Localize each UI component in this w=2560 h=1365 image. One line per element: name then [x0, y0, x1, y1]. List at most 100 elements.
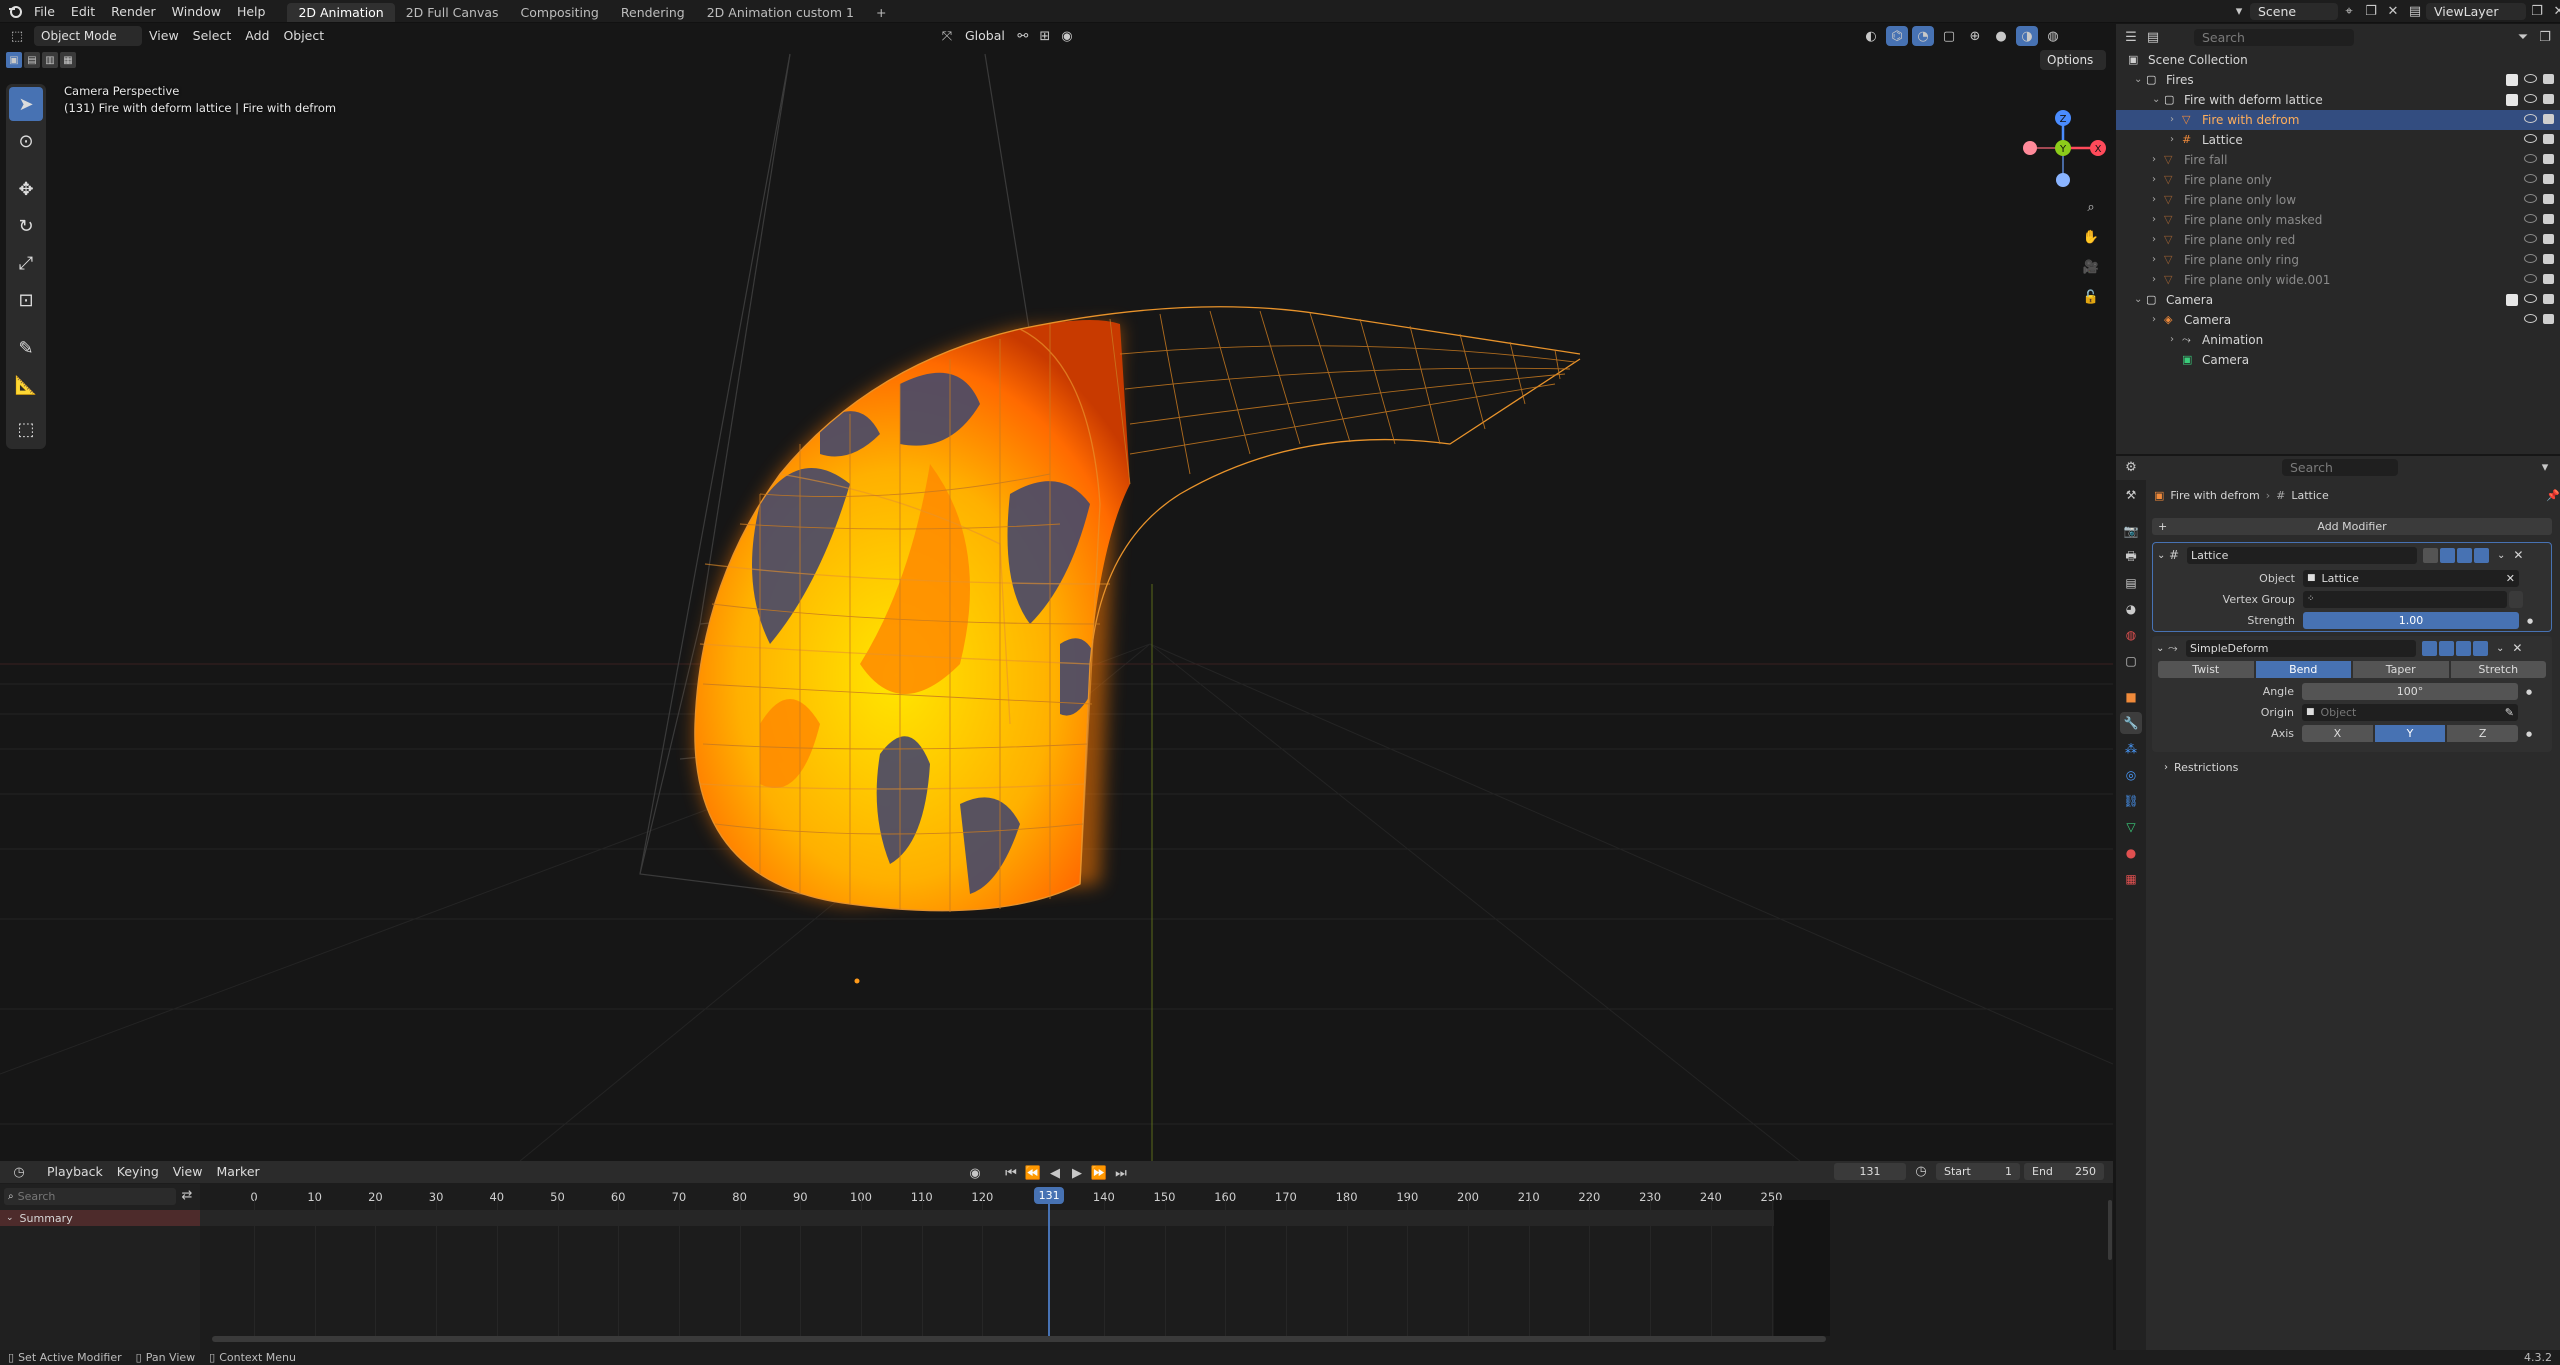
particles-tab-icon[interactable]: ⁂: [2120, 738, 2142, 760]
outliner-row[interactable]: › ▽ Fire plane only wide.001: [2116, 270, 2560, 290]
delete-view-layer-icon[interactable]: ✕: [2548, 3, 2560, 20]
outliner-disclosure-icon[interactable]: ›: [2152, 210, 2156, 230]
visibility-eye-icon[interactable]: [2524, 274, 2537, 283]
edit-mode-toggle-icon[interactable]: [2422, 640, 2437, 656]
snap-icon[interactable]: ⊞: [1034, 26, 1056, 46]
pivot-icon[interactable]: ⚯: [1012, 26, 1034, 46]
viewport-menu-add[interactable]: Add: [238, 26, 276, 46]
workspace-tab-2d-full-canvas[interactable]: 2D Full Canvas: [395, 3, 510, 22]
scene-icon[interactable]: ▾: [2228, 3, 2250, 20]
mode-bend-button[interactable]: Bend: [2255, 661, 2351, 678]
render-camera-icon[interactable]: [2543, 174, 2554, 184]
angle-field[interactable]: 100°: [2302, 683, 2518, 700]
move-tool-icon[interactable]: ✥: [9, 172, 43, 206]
outliner-row[interactable]: › ▽ Fire plane only: [2116, 170, 2560, 190]
collapse-chevron-icon[interactable]: ⌄: [2157, 550, 2169, 561]
playhead-frame-indicator[interactable]: 131: [1034, 1187, 1065, 1204]
exclude-checkbox[interactable]: [2506, 74, 2518, 86]
delete-scene-icon[interactable]: ✕: [2382, 3, 2404, 20]
jump-prev-keyframe-icon[interactable]: ⏪: [1022, 1162, 1044, 1184]
properties-editor-type-icon[interactable]: ⚙: [2120, 456, 2142, 478]
keyframe-dot-icon[interactable]: ●: [2527, 617, 2533, 625]
options-button[interactable]: Options: [2040, 50, 2106, 70]
pin-icon[interactable]: ⌖: [2338, 3, 2360, 20]
remove-modifier-icon[interactable]: ✕: [2512, 641, 2522, 655]
visibility-eye-icon[interactable]: [2524, 154, 2537, 163]
modifier-dropdown-icon[interactable]: ⌄: [2496, 643, 2504, 654]
menu-file[interactable]: File: [26, 0, 63, 23]
properties-search-input[interactable]: Search: [2282, 458, 2398, 476]
view-layer-tab-icon[interactable]: ▤: [2120, 572, 2142, 594]
workspace-tab-rendering[interactable]: Rendering: [610, 3, 696, 22]
navigation-gizmo[interactable]: Z X Y: [2016, 82, 2106, 192]
xray-icon[interactable]: ▢: [1938, 26, 1960, 46]
rotate-tool-icon[interactable]: ↻: [9, 209, 43, 243]
object-tab-icon[interactable]: ■: [2120, 686, 2142, 708]
outliner-disclosure-icon[interactable]: ›: [2152, 250, 2156, 270]
lattice-modifier-name[interactable]: Lattice: [2187, 546, 2417, 564]
invert-vertex-group-button[interactable]: [2509, 591, 2523, 608]
outliner-filter-icon[interactable]: ⏷: [2512, 26, 2534, 48]
visibility-eye-icon[interactable]: [2524, 74, 2537, 83]
outliner-disclosure-icon[interactable]: ›: [2152, 310, 2156, 330]
outliner-disclosure-icon[interactable]: ›: [2152, 190, 2156, 210]
start-frame-field[interactable]: Start 1: [1936, 1163, 2020, 1180]
play-icon[interactable]: ▶: [1066, 1162, 1088, 1184]
constraints-tab-icon[interactable]: ⛓: [2120, 790, 2142, 812]
collection-tab-icon[interactable]: ▢: [2120, 650, 2142, 672]
timeline-menu-view[interactable]: View: [166, 1162, 210, 1182]
viewport-toggle-icon[interactable]: [2456, 640, 2471, 656]
mode-twist-button[interactable]: Twist: [2158, 661, 2254, 678]
menu-render[interactable]: Render: [103, 0, 164, 23]
outliner-disclosure-icon[interactable]: ⌄: [2134, 70, 2142, 90]
menu-window[interactable]: Window: [164, 0, 229, 23]
scene-tab-icon[interactable]: ◕: [2120, 598, 2142, 620]
material-tab-icon[interactable]: ●: [2120, 842, 2142, 864]
clear-object-icon[interactable]: ✕: [2506, 570, 2515, 587]
summary-expand-icon[interactable]: ⌄: [6, 1213, 14, 1223]
keyframe-dot-icon[interactable]: ●: [2526, 730, 2532, 738]
outliner-search-input[interactable]: Search: [2194, 28, 2354, 46]
current-frame-field[interactable]: 131: [1834, 1163, 1906, 1180]
mode-stretch-button[interactable]: Stretch: [2450, 661, 2546, 678]
proportional-edit-icon[interactable]: ◉: [1056, 26, 1078, 46]
restrictions-subpanel[interactable]: › Restrictions: [2164, 761, 2238, 774]
3d-viewport[interactable]: Camera Perspective (131) Fire with defor…: [0, 24, 2113, 1161]
lattice-object-field[interactable]: ■ Lattice ✕: [2303, 570, 2519, 587]
visibility-eye-icon[interactable]: [2524, 134, 2537, 143]
outliner-row[interactable]: › ▽ Fire plane only ring: [2116, 250, 2560, 270]
visibility-eye-icon[interactable]: [2524, 254, 2537, 263]
visibility-eye-icon[interactable]: [2524, 234, 2537, 243]
new-view-layer-icon[interactable]: ❐: [2526, 3, 2548, 20]
annotate-tool-icon[interactable]: ✎: [9, 331, 43, 365]
outliner-disclosure-icon[interactable]: ›: [2170, 330, 2174, 350]
blender-logo-icon[interactable]: [4, 0, 26, 22]
camera-view-icon[interactable]: 🎥: [2080, 256, 2102, 278]
output-tab-icon[interactable]: 🖶: [2120, 546, 2142, 568]
render-camera-icon[interactable]: [2543, 234, 2554, 244]
render-camera-icon[interactable]: [2543, 194, 2554, 204]
visibility-eye-icon[interactable]: [2524, 114, 2537, 123]
gizmo-toggle-icon[interactable]: ⌬: [1886, 26, 1908, 46]
summary-channel[interactable]: ⌄ Summary: [0, 1210, 200, 1226]
render-toggle-icon[interactable]: [2474, 547, 2489, 563]
visibility-eye-icon[interactable]: [2524, 194, 2537, 203]
jump-end-icon[interactable]: ⏭: [1110, 1162, 1132, 1184]
timeline-editor-type-icon[interactable]: ◷: [8, 1161, 30, 1183]
viewport-menu-select[interactable]: Select: [186, 26, 239, 46]
mode-taper-button[interactable]: Taper: [2353, 661, 2449, 678]
timeline-menu-marker[interactable]: Marker: [209, 1162, 266, 1182]
shading-solid-icon[interactable]: ●: [1990, 26, 2012, 46]
render-camera-icon[interactable]: [2543, 74, 2554, 84]
transform-orientation-selector[interactable]: Global: [958, 26, 1012, 46]
outliner-row[interactable]: › ⤳ Animation: [2116, 330, 2560, 350]
simple-deform-name[interactable]: SimpleDeform: [2186, 639, 2416, 657]
strength-slider[interactable]: 1.00: [2303, 612, 2519, 629]
cage-toggle-icon[interactable]: [2439, 640, 2454, 656]
view-layer-selector[interactable]: ViewLayer: [2426, 3, 2526, 20]
jump-next-keyframe-icon[interactable]: ⏩: [1088, 1162, 1110, 1184]
viewport-toggle-icon[interactable]: [2457, 547, 2472, 563]
new-collection-icon[interactable]: ❐: [2534, 26, 2556, 48]
workspace-tab-2d-animation[interactable]: 2D Animation: [287, 2, 395, 22]
viewport-menu-view[interactable]: View: [142, 26, 186, 46]
